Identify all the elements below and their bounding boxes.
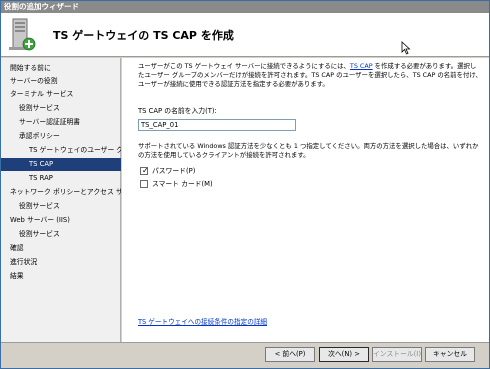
description-text: ユーザーがこの TS ゲートウェイ サーバーに接続できるようにするには、TS C… (138, 62, 482, 89)
mouse-cursor-icon (401, 41, 411, 55)
smartcard-checkbox-label: スマート カード(M) (152, 180, 213, 188)
nav-item-role-services-3[interactable]: 役割サービス (1, 228, 121, 241)
next-button[interactable]: 次へ(N) > (319, 347, 369, 362)
nav-item-role-services[interactable]: 役割サービス (1, 102, 121, 115)
nav-item-terminal-services[interactable]: ターミナル サービス (1, 88, 121, 101)
nav-item-web-server[interactable]: Web サーバー (IIS) (1, 214, 121, 227)
smartcard-checkbox[interactable]: スマート カード(M) (140, 179, 300, 190)
wizard-window: 役割の追加ウィザード TS ゲートウェイの TS CAP を作成 開始する前に … (0, 0, 490, 369)
nav-item-ts-rap[interactable]: TS RAP (1, 172, 121, 185)
install-button[interactable]: インストール(I) (372, 347, 422, 362)
nav-item-tsg-user-groups[interactable]: TS ゲートウェイのユーザー グ... (1, 144, 121, 157)
checkbox-box[interactable]: ✓ (140, 166, 149, 175)
server-icon (9, 18, 36, 51)
password-checkbox-label: パスワード(P) (152, 167, 196, 175)
check-mark-icon: ✓ (142, 166, 149, 175)
nav-item-network-policy[interactable]: ネットワーク ポリシーとアクセス サービ... (1, 186, 121, 199)
nav-item-before-you-begin[interactable]: 開始する前に (1, 62, 121, 75)
wizard-footer: < 前へ(P) 次へ(N) > インストール(I) キャンセル (1, 342, 489, 368)
page-title: TS ゲートウェイの TS CAP を作成 (53, 29, 234, 42)
wizard-content: ユーザーがこの TS ゲートウェイ サーバーに接続できるようにするには、TS C… (122, 58, 489, 342)
nav-item-progress[interactable]: 進行状況 (1, 256, 121, 269)
ts-cap-link[interactable]: TS CAP (350, 62, 373, 70)
learn-more-link[interactable]: TS ゲートウェイへの接続条件の指定の詳細 (138, 316, 267, 326)
nav-item-server-roles[interactable]: サーバーの役割 (1, 75, 121, 88)
nav-item-server-auth-cert[interactable]: サーバー認証証明書 (1, 116, 121, 129)
nav-item-authorization-policy[interactable]: 承認ポリシー (1, 130, 121, 143)
checkbox-box[interactable] (140, 180, 148, 188)
back-button[interactable]: < 前へ(P) (265, 347, 315, 362)
nav-item-confirmation[interactable]: 確認 (1, 242, 121, 255)
cap-name-input[interactable] (138, 119, 296, 131)
plus-icon (22, 37, 36, 51)
password-checkbox[interactable]: ✓ パスワード(P) (140, 166, 300, 177)
wizard-nav: 開始する前に サーバーの役割 ターミナル サービス 役割サービス サーバー認証証… (1, 58, 121, 342)
nav-item-ts-cap[interactable]: TS CAP (1, 158, 121, 171)
cap-name-label: TS CAP の名前を入力(T): (138, 107, 217, 115)
wizard-header: TS ゲートウェイの TS CAP を作成 (1, 13, 489, 57)
description-part-1: ユーザーがこの TS ゲートウェイ サーバーに接続できるようにするには、 (138, 62, 350, 70)
cancel-button[interactable]: キャンセル (425, 347, 475, 362)
nav-item-role-services-2[interactable]: 役割サービス (1, 200, 121, 213)
window-title: 役割の追加ウィザード (1, 1, 489, 13)
auth-method-text: サポートされている Windows 認証方法を少なくとも 1 つ指定してください… (138, 142, 479, 159)
nav-item-results[interactable]: 結果 (1, 270, 121, 283)
